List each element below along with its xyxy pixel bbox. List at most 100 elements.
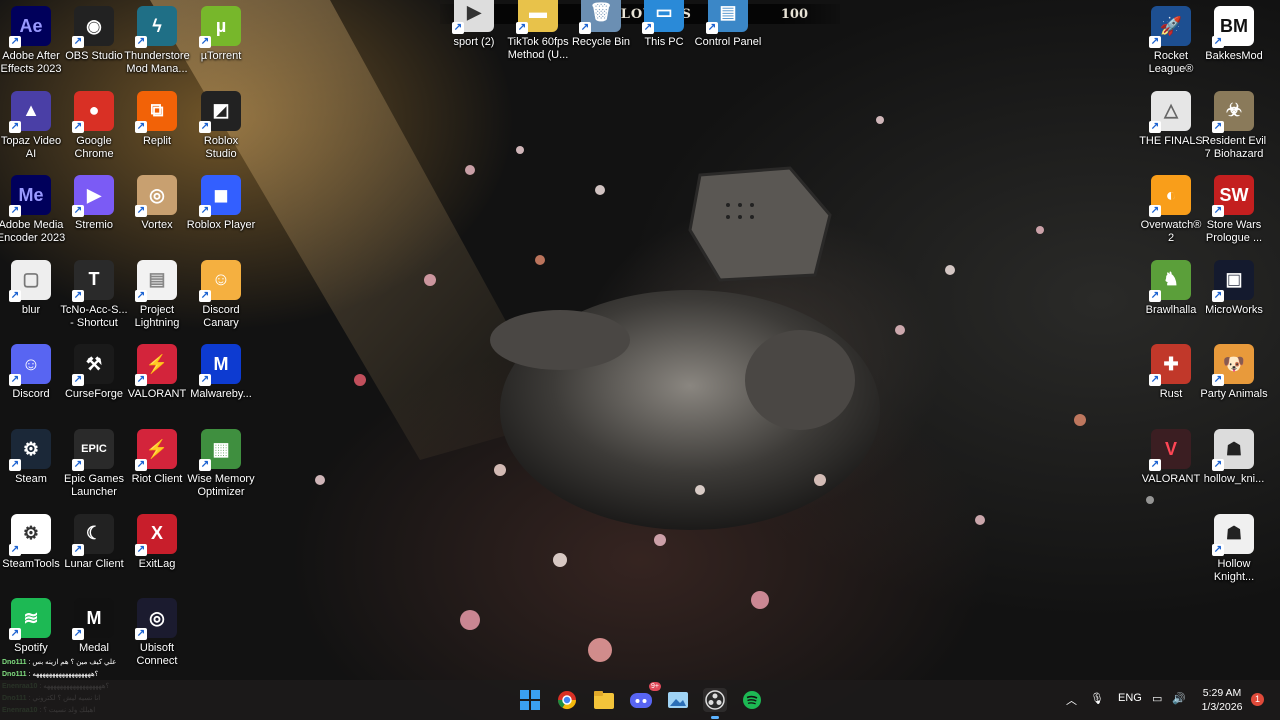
start-button[interactable] — [518, 688, 542, 712]
desktop-icon[interactable]: ⚡ ↗ VALORANT — [121, 344, 193, 401]
taskbar-spotify[interactable] — [740, 688, 764, 712]
desktop-icon[interactable]: 🐶 ↗ Party Animals — [1198, 344, 1270, 401]
desktop-icon[interactable]: M ↗ Malwareby... — [185, 344, 257, 401]
shortcut-arrow-icon: ↗ — [72, 205, 84, 218]
taskbar-chrome[interactable] — [555, 688, 579, 712]
shortcut-arrow-icon: ↗ — [1212, 459, 1224, 471]
desktop-icon[interactable]: ⚙ ↗ SteamTools — [0, 513, 67, 571]
app-glyph: EPIC — [81, 443, 107, 455]
taskbar-clock[interactable]: 5:29 AM 1/3/2026 — [1196, 686, 1248, 714]
desktop-icon[interactable]: ◉ ↗ OBS Studio — [58, 6, 130, 63]
taskbar-photos[interactable] — [666, 688, 690, 712]
app-glyph: ⚡ — [145, 353, 169, 374]
desktop-icon[interactable]: ϟ ↗ Thunderstore Mod Mana... — [121, 6, 193, 76]
desktop-icon-label: Spotify — [14, 642, 48, 655]
desktop-icon[interactable]: ● ↗ Google Chrome — [58, 90, 130, 161]
desktop-icon-label: Brawlhalla — [1145, 303, 1197, 316]
desktop-icon-label: Stremio — [75, 219, 113, 232]
desktop-icon[interactable]: ⚒ ↗ CurseForge — [58, 344, 130, 401]
app-icon: Ae ↗ — [9, 6, 51, 48]
desktop-icon[interactable]: ▢ ↗ blur — [0, 259, 67, 317]
obs-icon — [705, 690, 725, 710]
notification-badge[interactable]: 1 — [1251, 693, 1264, 706]
desktop-icon[interactable]: ☗ ↗ hollow_kni... — [1198, 429, 1270, 486]
desktop-icon[interactable]: ≋ ↗ Spotify — [0, 598, 67, 655]
app-glyph: △ — [1164, 100, 1178, 121]
app-glyph: ϟ — [152, 15, 162, 36]
desktop-icon-label: Overwatch® 2 — [1140, 219, 1202, 245]
followers-goal: 100 — [780, 6, 808, 22]
shortcut-arrow-icon: ↗ — [1212, 205, 1224, 218]
desktop-icon[interactable]: ▣ ↗ MicroWorks — [1198, 259, 1270, 317]
desktop-icon[interactable]: ▲ ↗ Topaz Video AI — [0, 90, 67, 161]
shortcut-arrow-icon: ↗ — [642, 22, 654, 34]
desktop-icon-label: VALORANT — [1141, 473, 1201, 485]
desktop-icon[interactable]: T ↗ TcNo-Acc-S... - Shortcut — [58, 259, 130, 330]
shortcut-arrow-icon: ↗ — [452, 22, 464, 34]
desktop-icon[interactable]: ✚ ↗ Rust — [1135, 344, 1207, 401]
desktop-icon[interactable]: ▤ ↗ Project Lightning — [121, 259, 193, 330]
app-glyph: ☣ — [1225, 100, 1243, 121]
app-glyph: T — [88, 269, 100, 290]
desktop-icon[interactable]: ▶ ↗ sport (2) — [438, 0, 510, 49]
desktop-icon[interactable]: ▭ ↗ This PC — [628, 0, 700, 49]
microphone-icon[interactable]: 🎙 — [1090, 692, 1104, 705]
desktop-icon[interactable]: ▦ ↗ Wise Memory Optimizer — [185, 429, 257, 499]
app-glyph: ☗ — [1225, 438, 1243, 459]
shortcut-arrow-icon: ↗ — [199, 205, 211, 218]
desktop-icon[interactable]: ⚙ ↗ Steam — [0, 429, 67, 486]
desktop-icon[interactable]: ◎ ↗ Vortex — [121, 175, 193, 232]
app-icon: ⧉ ↗ — [135, 90, 177, 133]
taskbar-discord[interactable]: 9+ — [629, 682, 661, 712]
desktop-icon[interactable]: ▶ ↗ Stremio — [58, 175, 130, 232]
desktop-icon[interactable]: ◼ ↗ Roblox Player — [185, 175, 257, 232]
desktop-icon-label: Roblox Studio — [203, 134, 239, 160]
shortcut-arrow-icon: ↗ — [72, 543, 84, 556]
app-glyph: ▤ — [148, 269, 166, 290]
desktop-icon[interactable]: SW ↗ Store Wars Prologue ... — [1198, 175, 1270, 245]
taskbar-file-explorer[interactable] — [592, 688, 616, 712]
desktop-icon[interactable]: ⚡ ↗ Riot Client — [121, 429, 193, 486]
desktop-icon[interactable]: EPIC ↗ Epic Games Launcher — [58, 429, 130, 499]
desktop-icon[interactable]: ☺ ↗ Discord — [0, 344, 67, 401]
desktop-icon[interactable]: V ↗ VALORANT — [1135, 429, 1207, 486]
desktop-icon[interactable]: ⧉ ↗ Replit — [121, 90, 193, 148]
desktop-icon[interactable]: ♞ ↗ Brawlhalla — [1135, 259, 1207, 317]
app-glyph: SW — [1219, 184, 1249, 205]
app-glyph: ▦ — [212, 438, 230, 459]
app-icon: ≋ ↗ — [9, 598, 51, 641]
desktop-icon[interactable]: X ↗ ExitLag — [121, 513, 193, 571]
desktop-icon[interactable]: ☾ ↗ Lunar Client — [58, 513, 130, 571]
app-icon: ▤ ↗ — [135, 259, 177, 302]
app-icon: ◼ ↗ — [199, 175, 241, 218]
app-icon: M ↗ — [199, 344, 241, 387]
shortcut-arrow-icon: ↗ — [1149, 289, 1161, 302]
desktop-icon[interactable]: 🗑 ↗ Recycle Bin — [565, 0, 637, 49]
desktop-icon[interactable]: △ ↗ THE FINALS — [1135, 90, 1207, 148]
desktop-icon[interactable]: ◐ ↗ Overwatch® 2 — [1135, 175, 1207, 245]
app-glyph: ⚡ — [145, 438, 169, 459]
desktop-icon[interactable]: BM ↗ BakkesMod — [1198, 6, 1270, 63]
app-glyph: X — [150, 523, 163, 544]
network-icon[interactable]: ▭ — [1152, 692, 1162, 705]
desktop-icon[interactable]: µ ↗ µTorrent — [185, 6, 257, 63]
desktop-icon[interactable]: Me ↗ Adobe Media Encoder 2023 — [0, 175, 67, 245]
desktop-icon[interactable]: M ↗ Medal — [58, 598, 130, 655]
app-icon: △ ↗ — [1149, 90, 1191, 133]
volume-icon[interactable]: 🔊 — [1172, 692, 1186, 705]
app-icon: EPIC ↗ — [72, 429, 114, 471]
desktop-icon[interactable]: ☺ ↗ Discord Canary — [185, 259, 257, 330]
desktop-icon[interactable]: Ae ↗ Adobe After Effects 2023 — [0, 6, 67, 76]
desktop-icon[interactable]: ▤ ↗ Control Panel — [692, 0, 764, 49]
desktop-icon[interactable]: ◩ ↗ Roblox Studio — [185, 90, 257, 161]
language-indicator[interactable]: ENG — [1118, 692, 1142, 704]
desktop-icon[interactable]: ☗ ↗ Hollow Knight... — [1198, 513, 1270, 584]
show-hidden-icons-chevron-icon[interactable]: ︿ — [1066, 692, 1077, 708]
app-glyph: ◩ — [212, 100, 230, 121]
desktop-icon-label: Roblox Player — [186, 219, 256, 232]
taskbar-obs[interactable] — [703, 688, 727, 719]
desktop-icon[interactable]: 🚀 ↗ Rocket League® — [1135, 6, 1207, 76]
desktop-icon[interactable]: ☣ ↗ Resident Evil 7 Biohazard — [1198, 90, 1270, 161]
app-icon: ☺ ↗ — [199, 259, 241, 302]
desktop-icon[interactable]: ▬ ↗ TikTok 60fps Method (U... — [502, 0, 574, 62]
